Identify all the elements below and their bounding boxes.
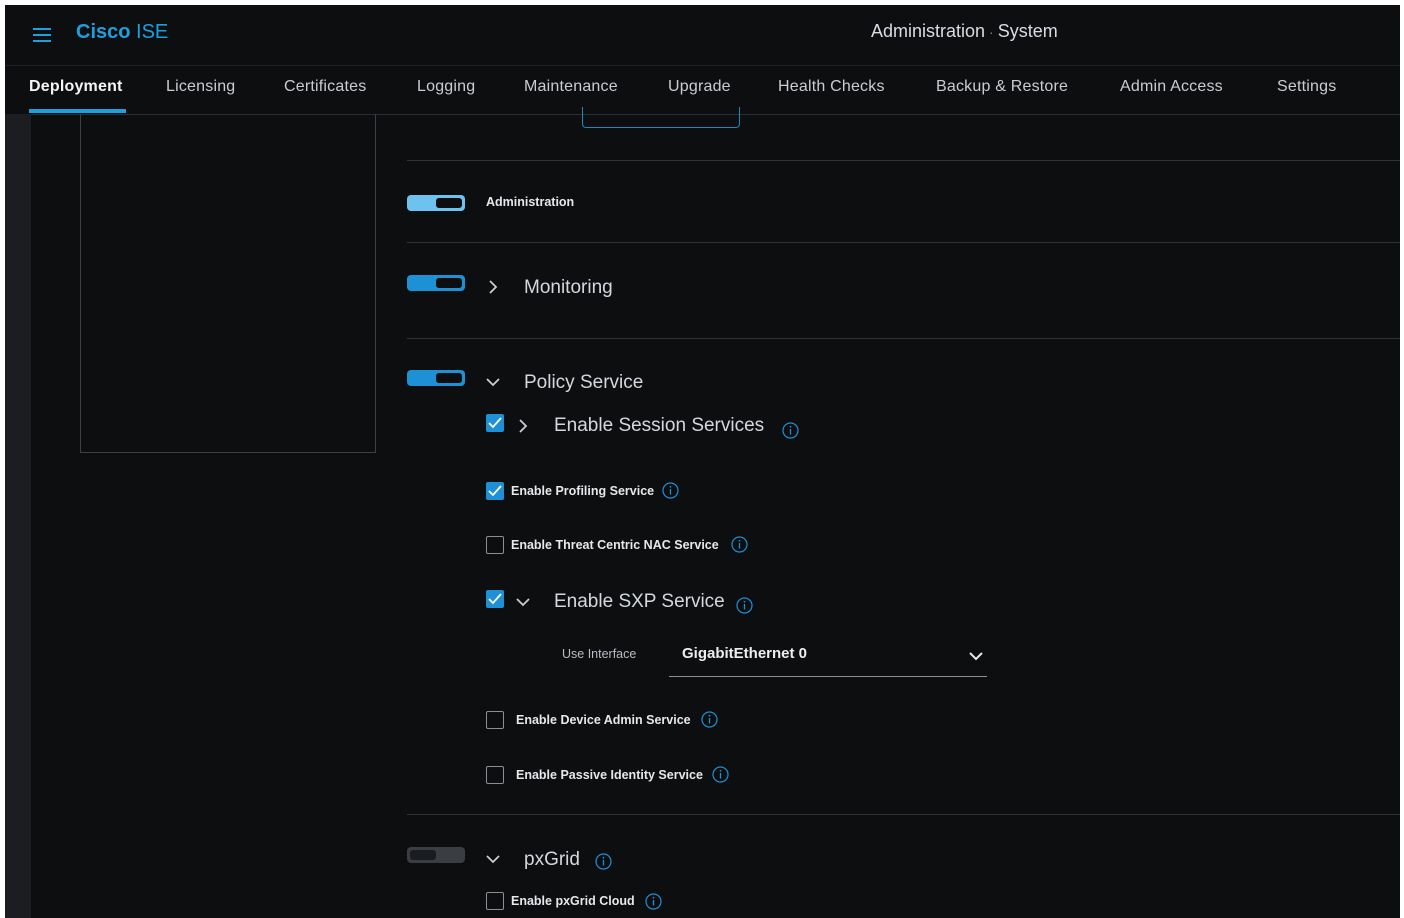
policy-service-toggle[interactable]: [407, 370, 465, 386]
administration-label: Administration: [486, 195, 575, 209]
tab-settings[interactable]: Settings: [1277, 78, 1336, 96]
use-interface-select[interactable]: GigabitEthernet 0: [669, 638, 987, 677]
checkmark-icon: [488, 485, 502, 497]
info-icon[interactable]: [712, 766, 729, 783]
chevron-down-icon[interactable]: [486, 375, 500, 389]
info-icon[interactable]: [701, 711, 718, 728]
chevron-right-icon[interactable]: [486, 280, 500, 294]
product-brand: Cisco ISE: [76, 21, 168, 44]
pxgrid-label: pxGrid: [524, 849, 580, 870]
info-icon[interactable]: [782, 422, 799, 439]
passive-identity-label: Enable Passive Identity Service: [516, 768, 703, 782]
info-icon[interactable]: [645, 893, 662, 910]
use-interface-label: Use Interface: [562, 647, 637, 661]
pxgrid-cloud-label: Enable pxGrid Cloud: [511, 894, 635, 908]
page-title-separator: ·: [989, 24, 994, 40]
chevron-down-icon: [969, 649, 983, 668]
sxp-label: Enable SXP Service: [554, 591, 725, 612]
policy-service-label: Policy Service: [524, 372, 644, 393]
tab-certificates[interactable]: Certificates: [284, 78, 366, 96]
section-divider: [407, 338, 1400, 339]
pxgrid-cloud-checkbox[interactable]: [486, 892, 504, 910]
tab-deployment[interactable]: Deployment: [29, 78, 123, 96]
monitoring-label: Monitoring: [524, 277, 613, 298]
passive-identity-checkbox[interactable]: [486, 766, 504, 784]
tab-admin-access[interactable]: Admin Access: [1120, 78, 1223, 96]
clipped-field-label: [468, 111, 536, 117]
page-title-page: System: [997, 21, 1058, 41]
info-icon[interactable]: [595, 853, 612, 870]
brand-ise: ISE: [136, 21, 169, 43]
left-rail: [5, 114, 31, 918]
sxp-checkbox[interactable]: [486, 590, 504, 608]
administration-toggle[interactable]: [407, 195, 465, 211]
brand-cisco: Cisco: [76, 21, 131, 43]
checkmark-icon: [488, 593, 502, 605]
section-divider: [407, 814, 1400, 815]
tab-upgrade[interactable]: Upgrade: [668, 78, 731, 96]
app-window: Cisco ISE Administration · System Deployme…: [5, 5, 1400, 918]
pxgrid-toggle[interactable]: [407, 847, 465, 863]
tab-maintenance[interactable]: Maintenance: [524, 78, 618, 96]
top-header: Cisco ISE Administration · System: [5, 5, 1400, 65]
device-admin-label: Enable Device Admin Service: [516, 713, 691, 727]
tab-health-checks[interactable]: Health Checks: [778, 78, 885, 96]
chevron-down-icon[interactable]: [486, 852, 500, 866]
section-divider: [407, 160, 1400, 161]
profiling-label: Enable Profiling Service: [511, 484, 655, 498]
use-interface-value: GigabitEthernet 0: [682, 645, 808, 662]
active-tab-indicator: [29, 109, 126, 113]
chevron-right-icon[interactable]: [516, 419, 530, 433]
clipped-input-field[interactable]: [582, 107, 740, 128]
page-title-section: Administration: [871, 21, 986, 41]
threat-centric-nac-label: Enable Threat Centric NAC Service: [511, 538, 719, 552]
profiling-checkbox[interactable]: [486, 482, 504, 500]
tab-backup-restore[interactable]: Backup & Restore: [936, 78, 1068, 96]
page-title: Administration · System: [871, 21, 1058, 42]
checkmark-icon: [488, 417, 502, 429]
info-icon[interactable]: [662, 482, 679, 499]
tab-logging[interactable]: Logging: [417, 78, 475, 96]
hamburger-menu-icon[interactable]: [33, 27, 53, 43]
section-divider: [407, 242, 1400, 243]
device-admin-checkbox[interactable]: [486, 711, 504, 729]
session-services-label: Enable Session Services: [554, 415, 765, 436]
session-services-checkbox[interactable]: [486, 414, 504, 432]
node-tree-panel: [80, 114, 376, 453]
threat-centric-nac-checkbox[interactable]: [486, 536, 504, 554]
tab-licensing[interactable]: Licensing: [166, 78, 235, 96]
info-icon[interactable]: [731, 536, 748, 553]
monitoring-toggle[interactable]: [407, 275, 465, 291]
chevron-down-icon[interactable]: [516, 595, 530, 609]
info-icon[interactable]: [736, 597, 753, 614]
